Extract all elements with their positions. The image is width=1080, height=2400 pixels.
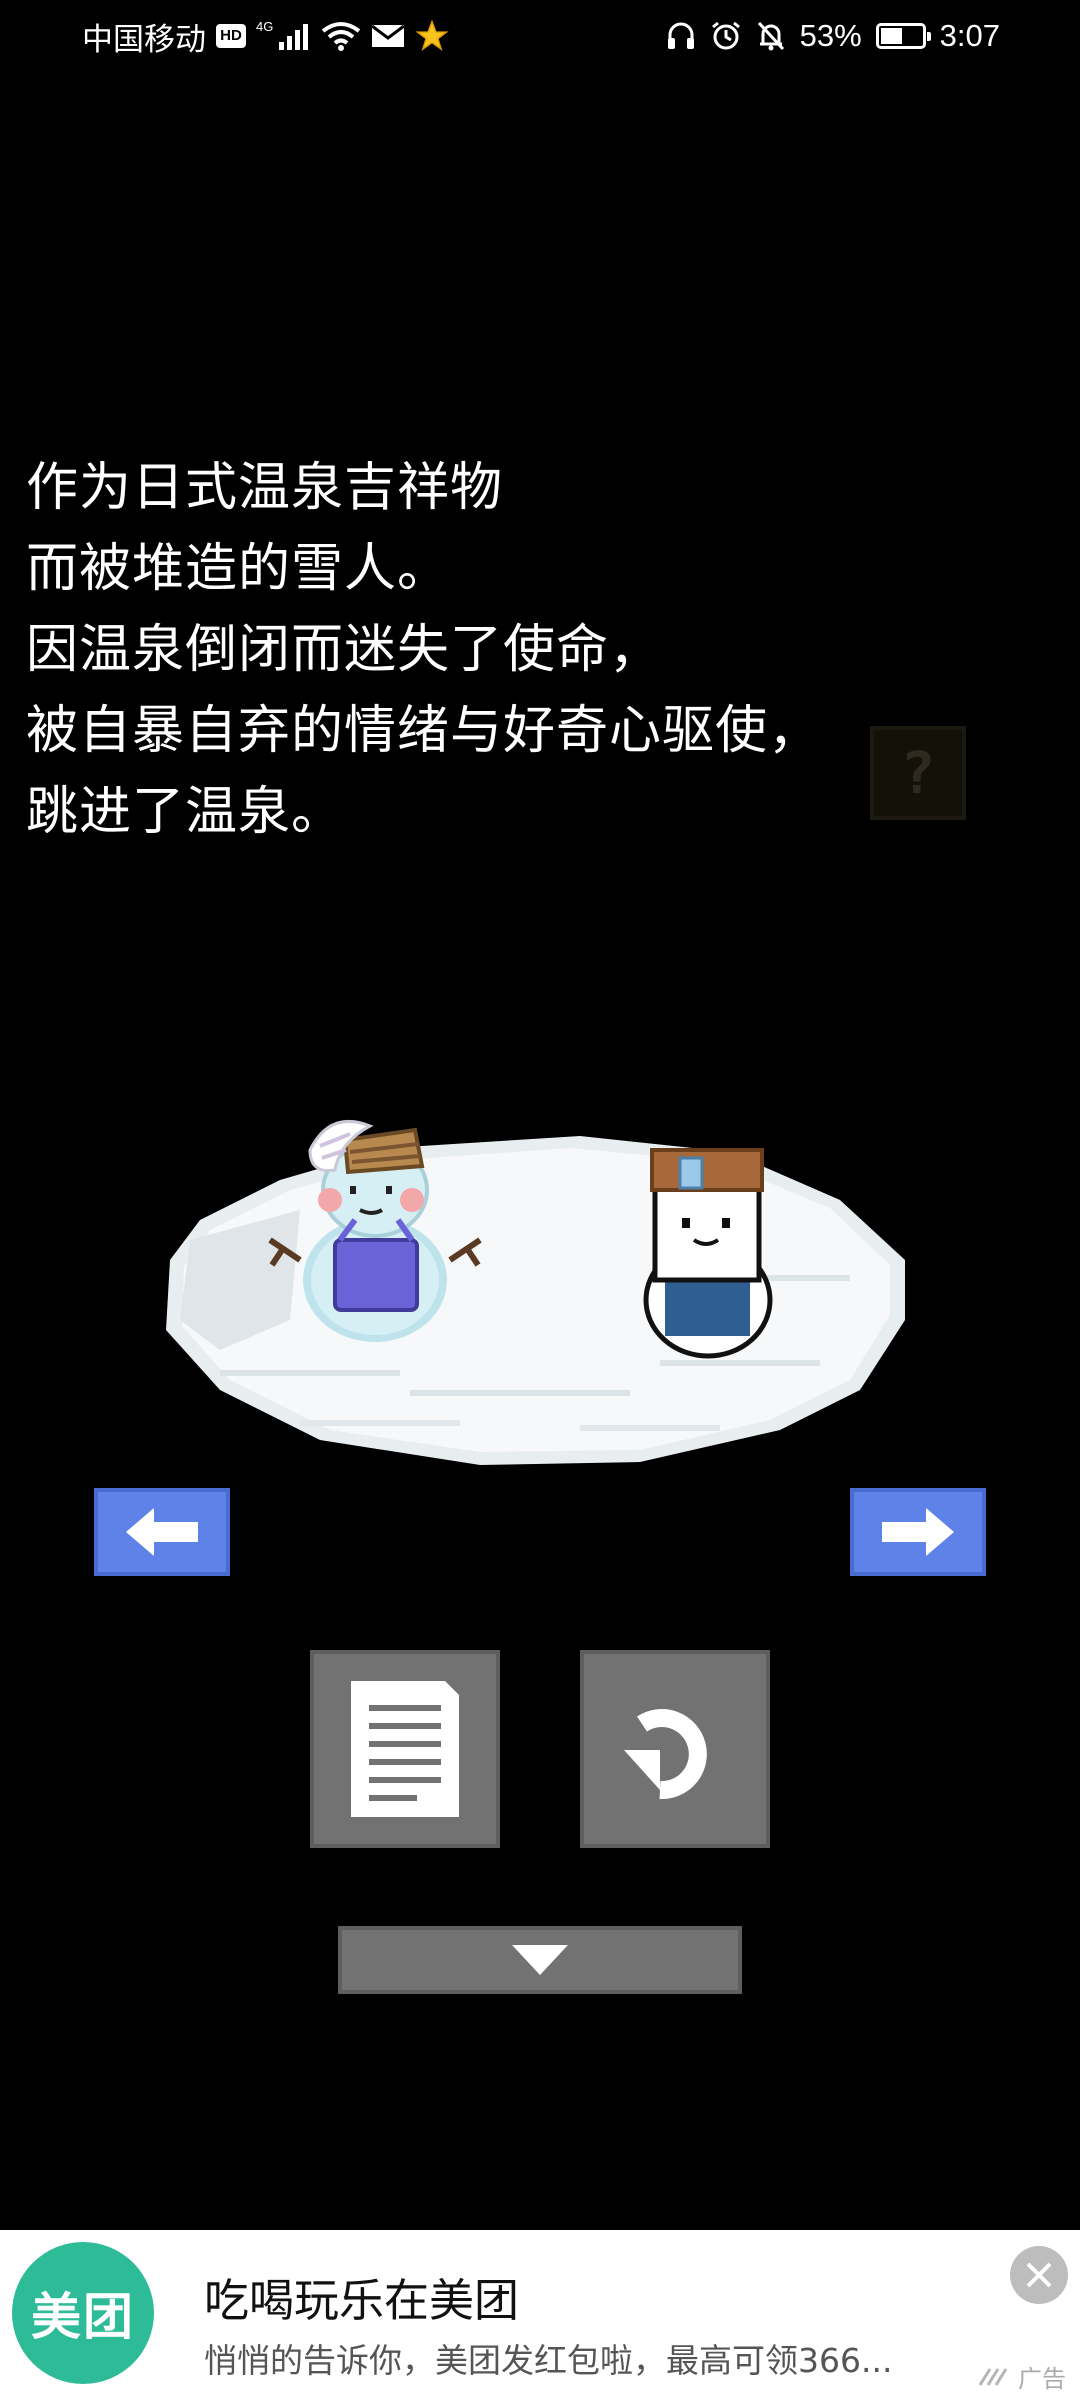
hd-icon: HD [216,24,246,48]
story-line: 作为日式温泉吉祥物 [26,458,504,518]
ad-subtitle[interactable]: 悄悄的告诉你，美团发红包啦，最高可领366... [204,2334,924,2382]
document-icon [349,1679,461,1819]
signal-icon [277,22,311,50]
game-scene [160,1090,920,1530]
collapse-button[interactable] [338,1926,742,1994]
story-line: 因温泉倒闭而迷失了使命， [26,620,663,680]
arrow-left-icon [122,1506,202,1558]
undo-button[interactable] [580,1650,770,1848]
carrier-name: 中国移动 [82,21,206,57]
wifi-icon [321,21,361,51]
battery-icon [875,23,931,49]
status-left: 中国移动 HD 4G [82,16,449,57]
network-type: 4G [256,18,274,34]
next-button[interactable] [850,1488,986,1576]
previous-button[interactable] [94,1488,230,1576]
ad-close-button[interactable] [1010,2246,1068,2304]
undo-icon [620,1694,730,1804]
battery-level [880,28,902,44]
notes-button[interactable] [310,1650,500,1848]
arrow-right-icon [878,1506,958,1558]
battery-percent: 53% [799,18,862,53]
chevron-down-icon [510,1943,570,1977]
headphones-icon [666,21,696,51]
ad-label: 广告 [1018,2365,1066,2393]
ad-network-icon [978,2367,1012,2387]
snow-patch [166,1136,905,1465]
star-icon [415,20,449,52]
alarm-icon [710,20,742,52]
mail-icon [371,23,406,49]
hint-button[interactable]: ? [870,726,966,820]
story-line: 被自暴自弃的情绪与好奇心驱使， [26,701,822,761]
question-mark-icon: ? [900,739,936,807]
mute-bell-icon [756,20,786,52]
clock: 3:07 [939,18,1000,53]
boy-character [643,1148,773,1359]
scene-illustration [166,1120,905,1465]
ad-title[interactable]: 吃喝玩乐在美团 [204,2264,519,2329]
status-bar: 中国移动 HD 4G 53% 3:07 [0,0,1080,72]
story-line: 跳进了温泉。 [26,782,345,842]
story-text: 作为日式温泉吉祥物 而被堆造的雪人。 因温泉倒闭而迷失了使命， 被自暴自弃的情绪… [26,448,866,853]
meituan-logo[interactable]: 美团 [12,2242,154,2384]
status-right: 53% 3:07 [666,16,1000,56]
close-icon [1024,2260,1054,2290]
ad-banner[interactable]: 美团 吃喝玩乐在美团 悄悄的告诉你，美团发红包啦，最高可领366... 广告 [0,2230,1080,2400]
ad-tag: 广告 [978,2359,1066,2394]
story-line: 而被堆造的雪人。 [26,539,451,599]
